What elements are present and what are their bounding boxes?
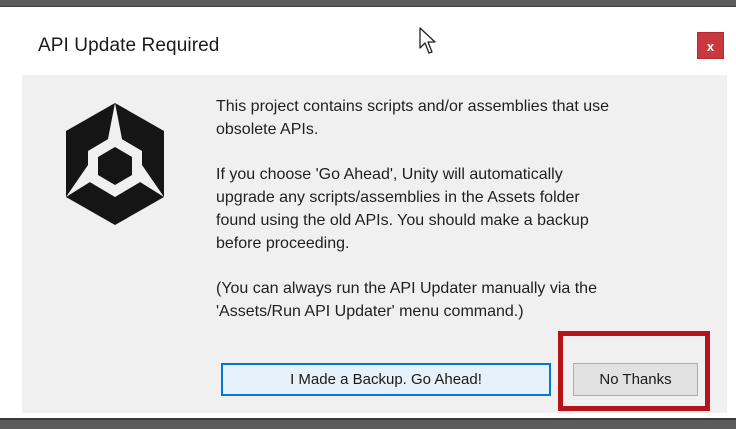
message-paragraph-3: (You can always run the API Updater manu…: [216, 280, 597, 320]
message-paragraph-1: This project contains scripts and/or ass…: [216, 98, 610, 138]
title-bar[interactable]: API Update Required x: [14, 13, 728, 75]
message-text: This project contains scripts and/or ass…: [216, 95, 706, 345]
go-ahead-button[interactable]: I Made a Backup. Go Ahead!: [221, 363, 551, 396]
screen: API Update Required x This project conta…: [0, 0, 736, 429]
dialog-body: This project contains scripts and/or ass…: [22, 75, 727, 413]
unity-logo-icon: [66, 103, 164, 225]
dialog-title: API Update Required: [38, 35, 220, 56]
message-paragraph-2: If you choose 'Go Ahead', Unity will aut…: [216, 166, 589, 252]
mouse-pointer-icon: [419, 27, 436, 54]
close-button[interactable]: x: [697, 32, 724, 59]
api-update-dialog: API Update Required x This project conta…: [0, 6, 736, 420]
no-thanks-button[interactable]: No Thanks: [573, 363, 698, 396]
